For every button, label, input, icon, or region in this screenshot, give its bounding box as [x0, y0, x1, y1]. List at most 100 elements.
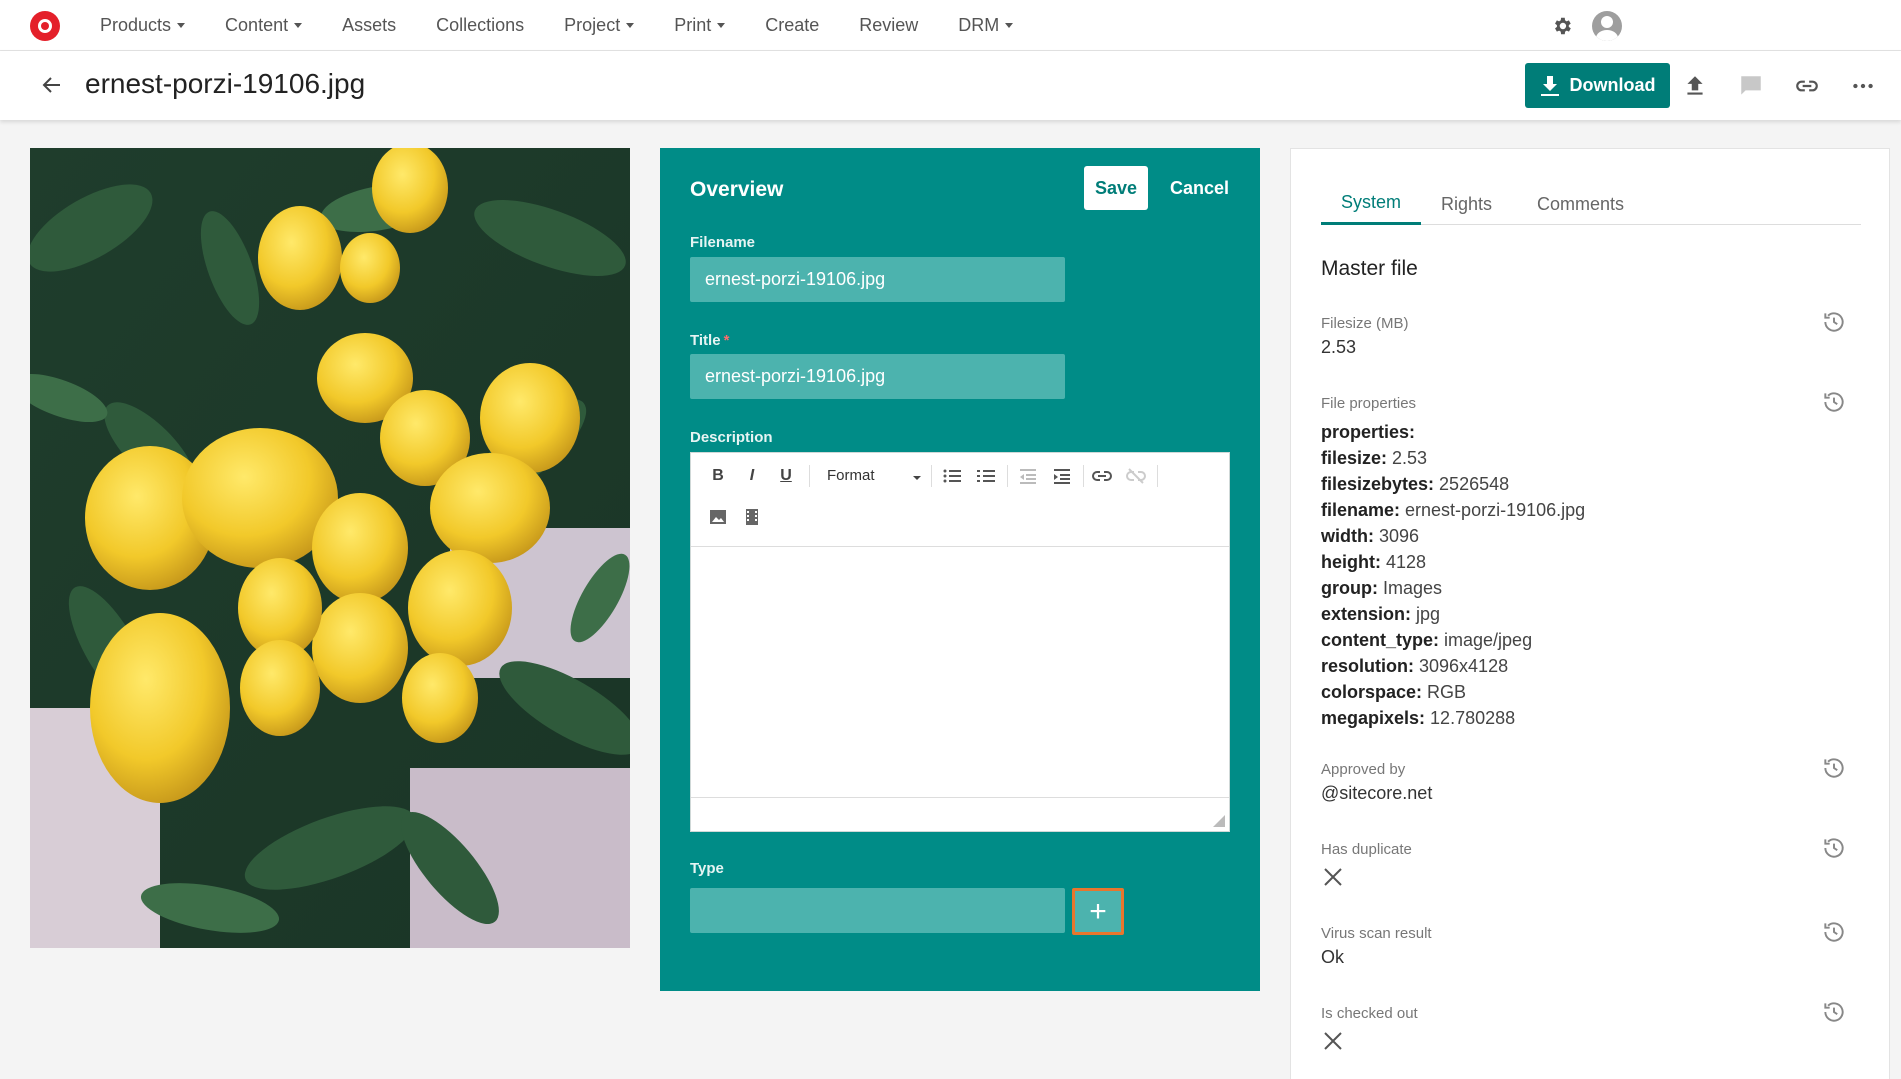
file-properties-list: properties: filesize: 2.53 filesizebytes…: [1321, 419, 1585, 731]
chevron-down-icon: [294, 23, 303, 28]
property-row: megapixels: 12.780288: [1321, 705, 1585, 731]
app-logo[interactable]: [30, 11, 60, 41]
virus-scan-value: Ok: [1321, 947, 1345, 967]
nav-item-label: DRM: [958, 15, 1000, 35]
nav-item-content[interactable]: Content: [225, 15, 303, 36]
nav-item-create[interactable]: Create: [765, 15, 819, 36]
history-icon[interactable]: [1821, 389, 1847, 415]
nav-item-print[interactable]: Print: [674, 15, 726, 36]
download-button[interactable]: Download: [1525, 63, 1670, 108]
nav-item-project[interactable]: Project: [564, 15, 635, 36]
toolbar-divider: [1157, 465, 1158, 487]
italic-icon[interactable]: I: [741, 465, 763, 487]
approved-by-label: Approved by: [1321, 761, 1406, 778]
property-row: filesizebytes: 2526548: [1321, 471, 1585, 497]
nav-item-label: Assets: [342, 15, 397, 35]
chevron-down-icon: [177, 23, 186, 28]
bullet-list-icon[interactable]: [941, 465, 963, 487]
tab-system[interactable]: System: [1321, 183, 1422, 225]
description-editor[interactable]: B I U Format: [690, 452, 1230, 832]
user-avatar-icon[interactable]: [1592, 11, 1622, 41]
toolbar-divider: [1083, 465, 1084, 487]
virus-scan-label: Virus scan result: [1321, 925, 1432, 942]
property-key: megapixels:: [1321, 708, 1426, 728]
resize-handle-icon[interactable]: [1213, 815, 1225, 827]
media-icon[interactable]: [741, 506, 763, 528]
link-icon[interactable]: [1091, 465, 1113, 487]
property-row: filesize: 2.53: [1321, 445, 1585, 471]
nav-item-assets[interactable]: Assets: [342, 15, 396, 36]
property-value: RGB: [1422, 682, 1467, 702]
history-icon[interactable]: [1821, 835, 1847, 861]
chevron-down-icon: [717, 23, 726, 28]
lemon-tree-photo: [30, 148, 630, 948]
arrow-left-icon[interactable]: [40, 73, 64, 97]
history-icon[interactable]: [1821, 919, 1847, 945]
toolbar-divider: [809, 465, 810, 487]
nav-item-label: Products: [100, 15, 172, 35]
type-field[interactable]: [690, 888, 1065, 933]
format-select[interactable]: Format: [827, 467, 875, 484]
property-row: resolution: 3096x4128: [1321, 653, 1585, 679]
nav-item-products[interactable]: Products: [100, 15, 186, 36]
numbered-list-icon[interactable]: [975, 465, 997, 487]
outdent-icon[interactable]: [1017, 465, 1039, 487]
comment-icon[interactable]: [1738, 73, 1764, 99]
property-key: group:: [1321, 578, 1378, 598]
link-icon[interactable]: [1794, 73, 1820, 99]
property-row: properties:: [1321, 419, 1585, 445]
image-icon[interactable]: [707, 506, 729, 528]
chevron-down-icon: [913, 476, 921, 480]
nav-item-review[interactable]: Review: [859, 15, 918, 36]
property-row: width: 3096: [1321, 523, 1585, 549]
property-value: 2.53: [1387, 448, 1428, 468]
property-value: 2526548: [1434, 474, 1510, 494]
property-row: height: 4128: [1321, 549, 1585, 575]
title-label-text: Title: [690, 332, 721, 349]
history-icon[interactable]: [1821, 309, 1847, 335]
page-title: ernest-porzi-19106.jpg: [85, 68, 366, 99]
description-label: Description: [690, 429, 773, 446]
property-key: properties:: [1321, 422, 1416, 442]
save-button[interactable]: Save: [1084, 166, 1148, 210]
top-navigation: Products Content Assets Collections Proj…: [0, 0, 1901, 51]
add-type-button[interactable]: +: [1072, 888, 1124, 935]
nav-item-collections[interactable]: Collections: [436, 15, 524, 36]
property-value: ernest-porzi-19106.jpg: [1400, 500, 1586, 520]
property-value: 3096x4128: [1414, 656, 1509, 676]
gear-icon[interactable]: [1551, 15, 1573, 37]
more-icon[interactable]: [1850, 73, 1876, 99]
asset-preview-image[interactable]: [30, 148, 630, 948]
title-field[interactable]: ernest-porzi-19106.jpg: [690, 354, 1065, 399]
upload-icon[interactable]: [1682, 73, 1708, 99]
history-icon[interactable]: [1821, 999, 1847, 1025]
property-key: extension:: [1321, 604, 1412, 624]
chevron-down-icon: [1005, 23, 1014, 28]
property-value: 4128: [1381, 552, 1427, 572]
property-row: extension: jpg: [1321, 601, 1585, 627]
underline-icon[interactable]: U: [775, 465, 797, 487]
tab-comments[interactable]: Comments: [1517, 183, 1644, 225]
title-label: Title *: [690, 332, 729, 349]
nav-item-drm[interactable]: DRM: [958, 15, 1014, 36]
history-icon[interactable]: [1821, 755, 1847, 781]
nav-item-label: Print: [674, 15, 712, 35]
chevron-down-icon: [626, 23, 635, 28]
approved-by-value: @sitecore.net: [1321, 783, 1433, 803]
unlink-icon[interactable]: [1125, 465, 1147, 487]
filename-field[interactable]: ernest-porzi-19106.jpg: [690, 257, 1065, 302]
overview-panel: Overview Save Cancel Filename ernest-por…: [660, 148, 1260, 991]
download-icon: [1540, 75, 1559, 96]
indent-icon[interactable]: [1051, 465, 1073, 487]
property-row: colorspace: RGB: [1321, 679, 1585, 705]
file-properties-label: File properties: [1321, 395, 1417, 412]
tab-rights[interactable]: Rights: [1421, 183, 1512, 225]
property-key: content_type:: [1321, 630, 1440, 650]
properties-tabs: System Rights Comments: [1321, 183, 1861, 225]
has-duplicate-label: Has duplicate: [1321, 841, 1412, 858]
property-value: image/jpeg: [1439, 630, 1533, 650]
required-mark: *: [723, 332, 730, 349]
bold-icon[interactable]: B: [707, 465, 729, 487]
property-value: 12.780288: [1425, 708, 1516, 728]
cancel-button[interactable]: Cancel: [1170, 178, 1229, 199]
